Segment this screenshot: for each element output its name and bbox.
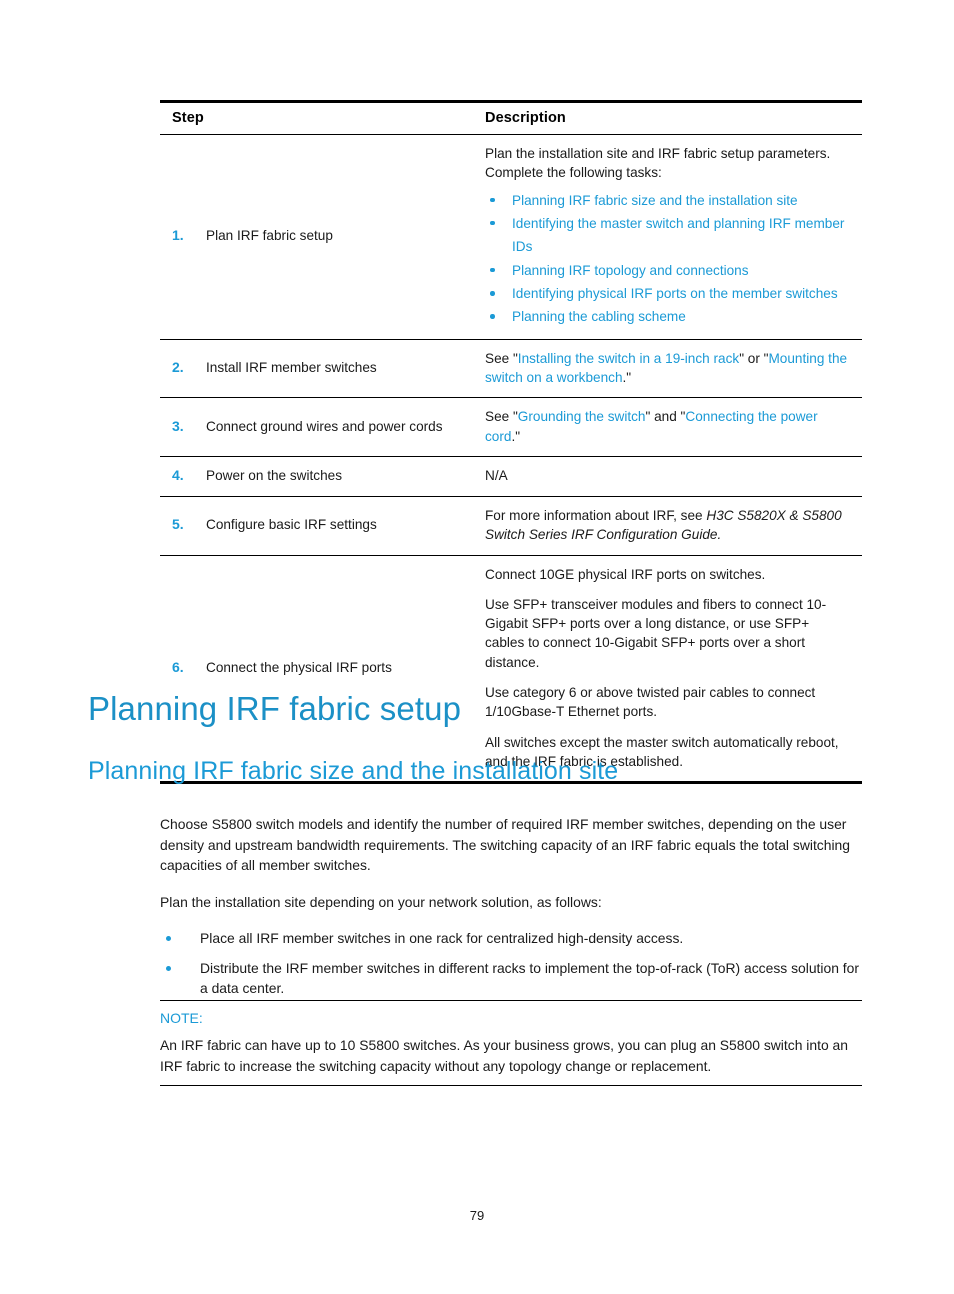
cross-reference-link[interactable]: Identifying physical IRF ports on the me… [512, 286, 838, 301]
step-label: Configure basic IRF settings [206, 517, 377, 533]
step-cell-4: 4. Power on the switches [160, 457, 477, 497]
table-head: Step Description [160, 101, 862, 135]
list-item[interactable]: Planning IRF fabric size and the install… [485, 189, 850, 212]
cross-reference-link[interactable]: Identifying the master switch and planni… [512, 216, 844, 254]
list-item: Place all IRF member switches in one rac… [160, 928, 862, 949]
text-fragment: " or " [739, 350, 769, 366]
step-label: Connect ground wires and power cords [206, 418, 443, 434]
text-fragment: See " [485, 350, 518, 366]
step-label: Plan IRF fabric setup [206, 228, 333, 244]
table-header-row: Step Description [160, 101, 862, 135]
description-cell-3: See "Grounding the switch" and "Connecti… [477, 398, 862, 457]
text-fragment: ." [511, 428, 521, 444]
description-text: See "Grounding the switch" and "Connecti… [485, 407, 850, 446]
description-text: Use SFP+ transceiver modules and fibers … [485, 596, 827, 670]
table-row: 5. Configure basic IRF settings For more … [160, 496, 862, 555]
note-text: An IRF fabric can have up to 10 S5800 sw… [160, 1037, 848, 1074]
list-item[interactable]: Identifying physical IRF ports on the me… [485, 282, 850, 305]
step-label: Install IRF member switches [206, 360, 377, 376]
description-text: Plan the installation site and IRF fabri… [485, 146, 831, 181]
description-text: N/A [485, 468, 508, 484]
description-text: Connect 10GE physical IRF ports on switc… [485, 566, 766, 582]
step-number: 3. [172, 417, 184, 434]
description-cell-4: N/A [477, 457, 862, 497]
procedure-table: Step Description 1. Plan IRF fabric setup… [160, 100, 862, 784]
cross-reference-link[interactable]: Grounding the switch [518, 409, 646, 424]
text-fragment: See " [485, 409, 518, 425]
section-heading-1: Planning IRF fabric setup [88, 690, 462, 727]
list-item[interactable]: Planning the cabling scheme [485, 305, 850, 328]
step-number: 2. [172, 359, 184, 376]
description-cell-1: Plan the installation site and IRF fabri… [477, 135, 862, 340]
description-cell-2: See "Installing the switch in a 19-inch … [477, 339, 862, 398]
list-item[interactable]: Planning IRF topology and connections [485, 259, 850, 282]
section-heading-2: Planning IRF fabric size and the install… [88, 757, 619, 785]
cross-reference-link[interactable]: Planning IRF fabric size and the install… [512, 193, 798, 208]
body-bullet-list: Place all IRF member switches in one rac… [160, 928, 862, 999]
body-paragraph: Plan the installation site depending on … [160, 893, 602, 910]
text-fragment: " and " [645, 409, 686, 425]
description-text: Use category 6 or above twisted pair cab… [485, 684, 816, 720]
note-box: NOTE: An IRF fabric can have up to 10 S5… [160, 1000, 862, 1086]
description-cell-5: For more information about IRF, see H3C … [477, 496, 862, 555]
text-fragment: ." [622, 370, 632, 386]
table-body: 1. Plan IRF fabric setup Plan the install… [160, 135, 862, 783]
page-number: 79 [469, 1208, 485, 1223]
column-header-description: Description [485, 110, 566, 126]
body-content: Choose S5800 switch models and identify … [160, 814, 862, 1008]
table-row: 4. Power on the switches N/A [160, 457, 862, 497]
step-cell-2: 2. Install IRF member switches [160, 339, 477, 398]
table-row: 3. Connect ground wires and power cords S… [160, 398, 862, 457]
step-cell-1: 1. Plan IRF fabric setup [160, 135, 477, 340]
step-label: Power on the switches [206, 468, 343, 484]
step-cell-6: 6. Connect the physical IRF ports [160, 555, 477, 783]
description-text: For more information about IRF, see H3C … [485, 506, 850, 545]
cross-reference-link[interactable]: Planning the cabling scheme [512, 309, 686, 324]
cross-reference-link[interactable]: Planning IRF topology and connections [512, 263, 749, 278]
step-number: 6. [172, 658, 184, 675]
step-number: 5. [172, 516, 184, 533]
table-row: 1. Plan IRF fabric setup Plan the install… [160, 135, 862, 340]
table-row: 6. Connect the physical IRF ports Connect… [160, 555, 862, 783]
list-item: Distribute the IRF member switches in di… [160, 958, 862, 999]
cross-reference-link[interactable]: Installing the switch in a 19-inch rack [518, 351, 739, 366]
description-cell-6: Connect 10GE physical IRF ports on switc… [477, 555, 862, 783]
step-cell-3: 3. Connect ground wires and power cords [160, 398, 477, 457]
text-fragment: For more information about IRF, see [485, 507, 707, 523]
step-number: 4. [172, 467, 184, 484]
table-row: 2. Install IRF member switches See "Insta… [160, 339, 862, 398]
note-title: NOTE: [160, 1010, 203, 1026]
step-label: Connect the physical IRF ports [206, 659, 392, 675]
list-item[interactable]: Identifying the master switch and planni… [485, 212, 850, 259]
body-paragraph: Choose S5800 switch models and identify … [160, 816, 851, 874]
document-page: Step Description 1. Plan IRF fabric setup… [0, 0, 954, 1294]
step-number: 1. [172, 227, 184, 244]
description-text: See "Installing the switch in a 19-inch … [485, 349, 850, 388]
cross-reference-list: Planning IRF fabric size and the install… [485, 189, 850, 329]
step-cell-5: 5. Configure basic IRF settings [160, 496, 477, 555]
column-header-step: Step [172, 110, 204, 126]
